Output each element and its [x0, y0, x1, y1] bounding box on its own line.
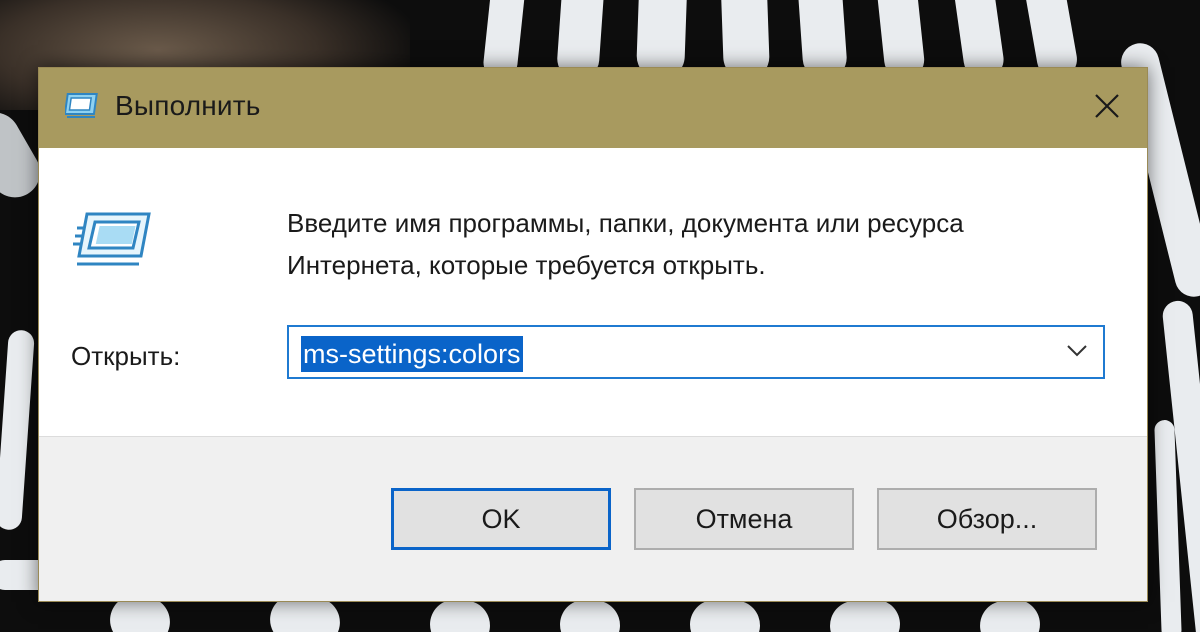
close-icon: [1094, 93, 1120, 124]
cancel-button[interactable]: Отмена: [634, 488, 854, 550]
dialog-description: Введите имя программы, папки, документа …: [287, 202, 1127, 286]
description-line-1: Введите имя программы, папки, документа …: [287, 208, 964, 238]
run-dialog: Выполнить Введите имя программы, папки, …: [38, 67, 1148, 602]
ok-button[interactable]: OK: [391, 488, 611, 550]
dialog-content: Введите имя программы, папки, документа …: [39, 148, 1147, 436]
open-label: Открыть:: [71, 341, 181, 371]
title-bar[interactable]: Выполнить: [39, 68, 1147, 148]
browse-button[interactable]: Обзор...: [877, 488, 1097, 550]
dialog-title: Выполнить: [115, 90, 261, 121]
run-icon: [63, 92, 99, 120]
chevron-down-icon: [1066, 344, 1088, 363]
dropdown-button[interactable]: [1057, 333, 1097, 373]
open-combobox[interactable]: ms-settings:colors: [287, 325, 1105, 379]
run-icon: [73, 210, 153, 272]
close-button[interactable]: [1067, 68, 1147, 148]
button-bar: OK Отмена Обзор...: [39, 436, 1147, 601]
description-line-2: Интернета, которые требуется открыть.: [287, 250, 766, 280]
